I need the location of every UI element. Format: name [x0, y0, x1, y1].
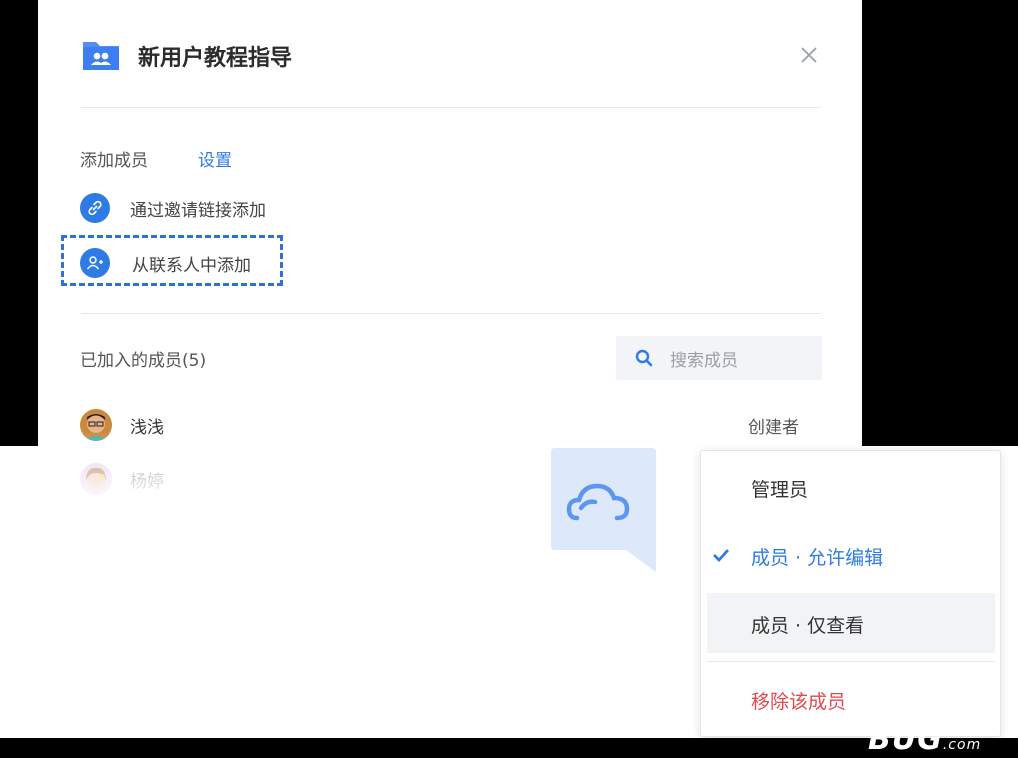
joined-members-count: 已加入的成员(5)	[80, 351, 207, 371]
avatar-female	[80, 463, 112, 495]
remove-member-label: 移除该成员	[751, 691, 847, 713]
section-divider	[81, 313, 821, 314]
invite-link-label: 通过邀请链接添加	[130, 200, 266, 221]
role-menu: 管理员 成员 · 允许编辑 成员 · 仅查看 移除该成员	[700, 450, 1001, 737]
role-menu-label: 成员 · 允许编辑	[751, 547, 884, 569]
check-icon	[713, 549, 730, 563]
header-divider	[81, 107, 821, 108]
link-icon	[80, 193, 110, 223]
role-menu-label: 成员 · 仅查看	[751, 615, 865, 637]
tab-add-members[interactable]: 添加成员	[80, 146, 148, 171]
role-menu-divider	[707, 661, 995, 662]
tab-settings[interactable]: 设置	[198, 146, 232, 171]
shared-folder-icon	[83, 42, 119, 70]
avatar-male	[80, 409, 112, 441]
watermark-main: BUG	[868, 722, 943, 757]
member-row[interactable]: 杨婷	[80, 463, 164, 495]
watermark-suffix: .com	[942, 737, 982, 753]
member-dialog: 新用户教程指导 添加成员 设置 通过邀请链接添加 从联系人中添加 已加入的成员(…	[38, 0, 862, 525]
watermark-logo: BUG.com	[868, 722, 981, 757]
invite-link-action[interactable]: 通过邀请链接添加	[80, 193, 266, 223]
close-icon[interactable]	[798, 44, 820, 66]
cloud-icon	[551, 448, 656, 572]
member-search-input[interactable]: 搜索成员	[616, 336, 822, 380]
remove-member-item[interactable]: 移除该成员	[701, 669, 1000, 729]
member-name: 浅浅	[130, 417, 164, 438]
add-from-contacts-label: 从联系人中添加	[132, 255, 251, 276]
role-menu-label: 管理员	[751, 479, 809, 501]
search-placeholder: 搜索成员	[670, 350, 738, 371]
add-user-icon	[80, 248, 110, 278]
role-menu-item-viewer[interactable]: 成员 · 仅查看	[707, 593, 995, 653]
member-name: 杨婷	[130, 471, 164, 492]
add-from-contacts-action[interactable]: 从联系人中添加	[80, 248, 251, 278]
role-menu-item-admin[interactable]: 管理员	[701, 457, 1000, 517]
search-icon	[635, 349, 653, 367]
member-row[interactable]: 浅浅	[80, 409, 164, 441]
member-role[interactable]: 创建者	[748, 413, 799, 438]
dialog-title: 新用户教程指导	[138, 46, 293, 71]
role-menu-item-editor[interactable]: 成员 · 允许编辑	[701, 525, 1000, 585]
